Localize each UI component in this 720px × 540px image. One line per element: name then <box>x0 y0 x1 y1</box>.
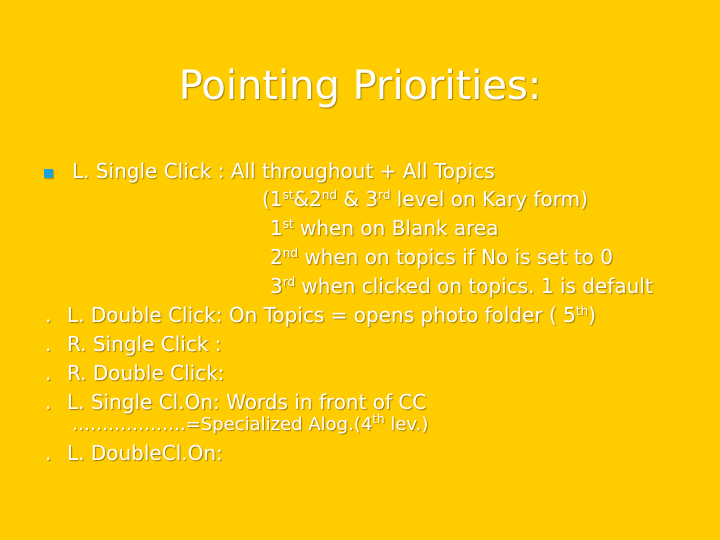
bullet-line-7: R. Single Click : <box>67 332 222 356</box>
bullet-line-8: R. Double Click: <box>67 361 225 385</box>
dot-bullet: . <box>45 332 52 356</box>
bullet-line-9: L. Single Cl.On: Words in front of CC <box>67 390 427 414</box>
square-bullet-icon <box>44 169 53 178</box>
bullet-line-6: L. Double Click: On Topics = opens photo… <box>67 303 596 327</box>
slide-title: Pointing Priorities: <box>178 63 542 109</box>
dot-bullet: . <box>45 390 52 414</box>
bullet-line-5: 3rd when clicked on topics. 1 is default <box>270 274 653 298</box>
dot-bullet: . <box>45 361 52 385</box>
dot-bullet: . <box>45 303 52 327</box>
bullet-line-1: L. Single Click : All throughout + All T… <box>72 159 495 183</box>
bullet-line-3: 1st when on Blank area <box>270 216 499 240</box>
bullet-line-10: ……………….=Specialized Alog.(4th lev.) <box>72 412 429 435</box>
bullet-line-4: 2nd when on topics if No is set to 0 <box>270 245 613 269</box>
dot-bullet: . <box>45 441 52 465</box>
bullet-line-2: (1st&2nd & 3rd level on Kary form) <box>262 187 588 211</box>
bullet-line-11: L. DoubleCl.On: <box>67 441 223 465</box>
